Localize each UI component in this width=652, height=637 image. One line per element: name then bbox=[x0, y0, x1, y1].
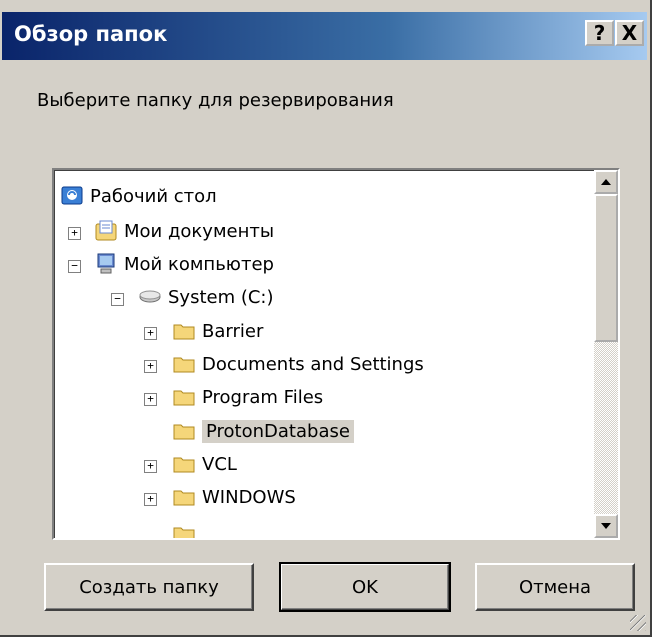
expand-toggle[interactable]: + bbox=[68, 227, 81, 240]
new-folder-button[interactable]: Создать папку bbox=[44, 563, 254, 611]
scroll-down-button[interactable] bbox=[594, 514, 618, 538]
folder-icon bbox=[173, 324, 195, 340]
title-bar[interactable]: Обзор папок ? X bbox=[2, 12, 647, 60]
folder-icon bbox=[173, 490, 195, 506]
arrow-down-icon bbox=[601, 523, 611, 529]
ok-button[interactable]: OK bbox=[279, 562, 451, 612]
resize-grip[interactable] bbox=[630, 615, 646, 631]
tree-item-label: WINDOWS bbox=[202, 486, 296, 508]
my-computer-icon bbox=[97, 253, 115, 274]
folder-icon bbox=[173, 457, 195, 473]
tree-item-vcl[interactable]: VCL bbox=[172, 450, 237, 478]
expand-toggle[interactable]: + bbox=[144, 360, 157, 373]
folder-icon bbox=[173, 390, 195, 406]
tree-item-label: Program Files bbox=[202, 386, 324, 408]
tree-item-barrier[interactable]: Barrier bbox=[172, 317, 263, 345]
folder-icon bbox=[173, 424, 195, 440]
tree-item-documents-and-settings[interactable]: Documents and Settings bbox=[172, 350, 424, 378]
scrollbar-thumb[interactable] bbox=[594, 194, 618, 342]
vertical-scrollbar[interactable] bbox=[594, 170, 618, 538]
expand-toggle[interactable]: + bbox=[144, 493, 157, 506]
tree-item-label: Documents and Settings bbox=[202, 353, 424, 375]
expand-toggle[interactable]: + bbox=[144, 327, 157, 340]
help-button[interactable]: ? bbox=[585, 20, 614, 46]
scroll-up-button[interactable] bbox=[594, 170, 618, 194]
folder-icon bbox=[173, 527, 195, 538]
tree-item-label: Рабочий стол bbox=[90, 185, 217, 207]
tree-item-label: Barrier bbox=[202, 320, 264, 342]
cancel-button[interactable]: Отмена bbox=[475, 563, 635, 611]
tree-item-system-drive[interactable]: System (C:) bbox=[138, 283, 274, 311]
drive-icon bbox=[139, 290, 161, 303]
tree-item-protondatabase[interactable]: ProtonDatabase bbox=[172, 417, 354, 445]
folder-icon bbox=[173, 357, 195, 373]
tree-item-windows[interactable]: WINDOWS bbox=[172, 483, 296, 511]
my-documents-icon bbox=[95, 220, 117, 241]
folder-tree[interactable]: Рабочий стол + Мои документы − Мой компь… bbox=[52, 168, 620, 540]
tree-item-label: System (C:) bbox=[168, 286, 274, 308]
tree-item-program-files[interactable]: Program Files bbox=[172, 383, 323, 411]
expand-toggle[interactable]: + bbox=[144, 460, 157, 473]
browse-folders-dialog: Обзор папок ? X Выберите папку для резер… bbox=[0, 0, 652, 637]
tree-item-desktop[interactable]: Рабочий стол bbox=[60, 182, 217, 210]
collapse-toggle[interactable]: − bbox=[111, 293, 124, 306]
tree-item-my-computer[interactable]: Мой компьютер bbox=[94, 250, 274, 278]
close-button[interactable]: X bbox=[615, 20, 644, 46]
desktop-icon bbox=[61, 186, 83, 205]
tree-item-my-documents[interactable]: Мои документы bbox=[94, 217, 274, 245]
tree-item-label: Мои документы bbox=[124, 220, 275, 242]
tree-item-label: ProtonDatabase bbox=[202, 419, 354, 443]
expand-toggle[interactable]: + bbox=[144, 393, 157, 406]
tree-item-label: Мой компьютер bbox=[124, 253, 274, 275]
tree-item-partial[interactable] bbox=[172, 520, 202, 538]
dialog-prompt: Выберите папку для резервирования bbox=[37, 90, 394, 111]
dialog-title: Обзор папок bbox=[14, 22, 168, 46]
arrow-up-icon bbox=[601, 179, 611, 185]
tree-item-label: VCL bbox=[202, 453, 237, 475]
collapse-toggle[interactable]: − bbox=[68, 260, 81, 273]
